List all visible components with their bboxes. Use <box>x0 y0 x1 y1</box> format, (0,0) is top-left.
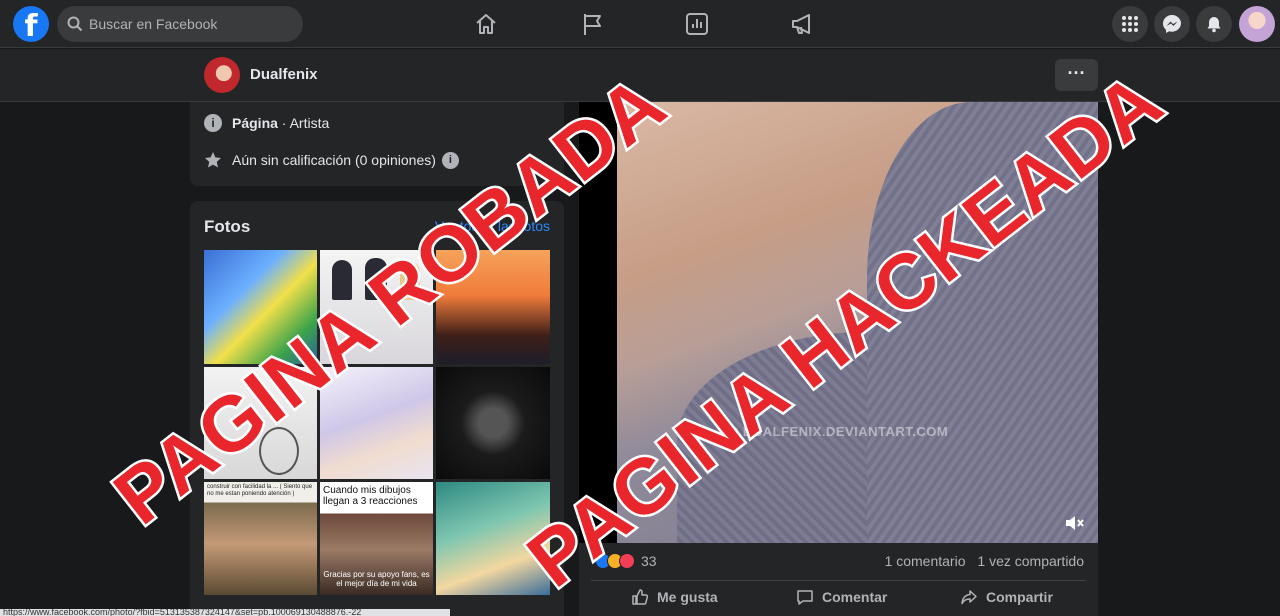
bell-icon <box>1207 17 1221 33</box>
messenger-button[interactable] <box>1154 6 1190 42</box>
comment-count-link[interactable]: 1 comentario <box>885 553 966 569</box>
top-navigation-bar: f <box>0 0 1280 48</box>
search-icon <box>67 16 83 32</box>
page-rating-row: Aún sin calificación (0 opiniones) i <box>204 151 459 169</box>
comment-button[interactable]: Comentar <box>796 588 887 606</box>
user-avatar[interactable] <box>1239 6 1275 42</box>
notifications-button[interactable] <box>1196 6 1232 42</box>
page-category-row: i Página · Artista <box>204 114 329 132</box>
photo-thumbnail[interactable] <box>436 367 550 479</box>
photo-thumbnail[interactable]: Cuando mis dibujos llegan a 3 reacciones… <box>320 482 433 595</box>
reaction-count: 33 <box>641 553 657 569</box>
browser-status-url: https://www.facebook.com/photo/?fbid=513… <box>0 609 450 616</box>
photo-caption-bottom: Gracias por su apoyo fans, es el mejor d… <box>323 570 430 588</box>
home-icon[interactable] <box>472 10 500 38</box>
post-divider <box>591 580 1086 581</box>
photo-caption: Cuando mis dibujos llegan a 3 reacciones <box>323 485 418 507</box>
chart-icon[interactable] <box>683 10 711 38</box>
share-icon <box>961 590 977 605</box>
thumbs-up-icon <box>632 589 649 605</box>
search-input[interactable] <box>89 16 289 32</box>
page-category-value: · Artista <box>277 115 330 131</box>
page-name[interactable]: Dualfenix <box>250 66 318 83</box>
share-count-link[interactable]: 1 vez compartido <box>977 553 1084 569</box>
like-label: Me gusta <box>657 589 718 605</box>
star-icon <box>205 152 221 168</box>
mute-icon[interactable] <box>1063 512 1085 534</box>
post-stats: 1 comentario 1 vez compartido <box>885 553 1084 569</box>
comment-label: Comentar <box>822 589 888 605</box>
messenger-icon <box>1163 15 1181 33</box>
menu-grid-icon <box>1122 16 1138 32</box>
page-avatar[interactable] <box>204 57 240 93</box>
photo-thumbnail[interactable]: construir con facilidad la ... ( Siento … <box>204 482 317 595</box>
rating-text: Aún sin calificación (0 opiniones) <box>232 152 436 168</box>
share-label: Compartir <box>986 589 1053 605</box>
share-button[interactable]: Compartir <box>960 588 1053 606</box>
facebook-logo[interactable]: f <box>13 6 49 42</box>
flag-icon[interactable] <box>579 10 607 38</box>
menu-grid-button[interactable] <box>1112 6 1148 42</box>
rating-info-icon[interactable]: i <box>441 151 459 169</box>
like-button[interactable]: Me gusta <box>631 588 718 606</box>
info-icon: i <box>204 114 222 132</box>
page-category-label: Página <box>232 115 278 131</box>
photos-title: Fotos <box>204 217 251 236</box>
comment-icon <box>797 590 813 605</box>
megaphone-icon[interactable] <box>789 10 817 38</box>
search-box[interactable] <box>57 6 303 42</box>
